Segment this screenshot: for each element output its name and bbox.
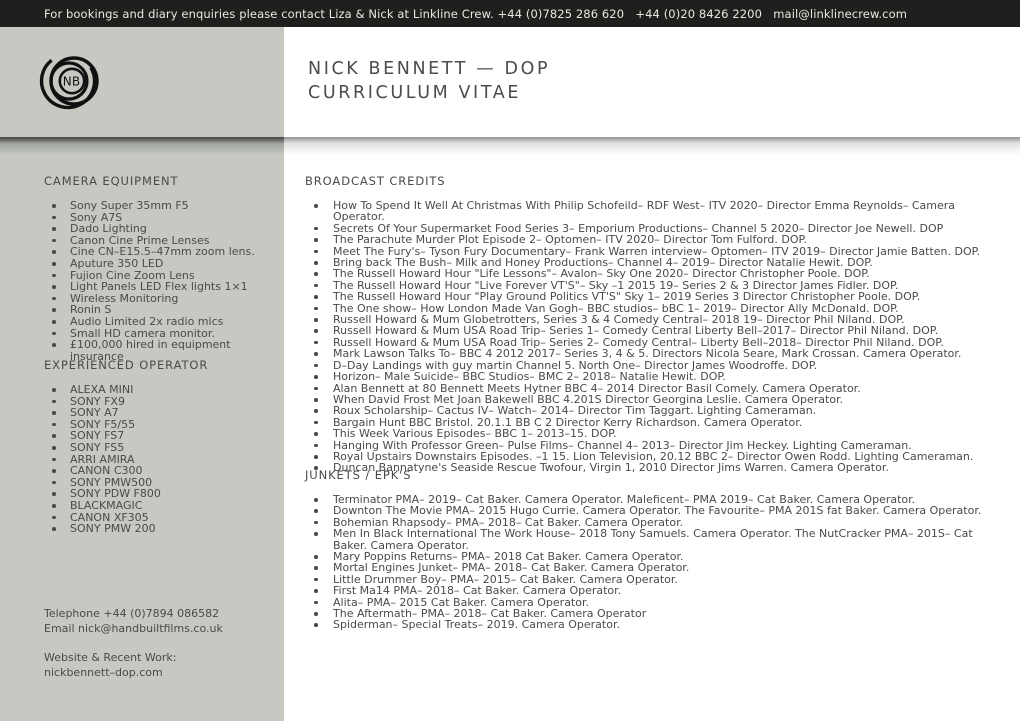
telephone-line: Telephone +44 (0)7894 086582 [44, 607, 220, 620]
main-content: BROADCAST CREDITS How To Spend It Well A… [284, 137, 1020, 721]
list-item: Light Panels LED Flex lights 1×1 [44, 281, 274, 293]
contact-bar: For bookings and diary enquiries please … [0, 0, 1020, 27]
list-item: BLACKMAGIC [44, 500, 274, 512]
list-item: Spiderman– Special Treats– 2019. Camera … [305, 619, 1005, 631]
list-item: Horizon– Male Suicide– BBC Studios– BMC … [305, 371, 1005, 383]
list-item: Mark Lawson Talks To– BBC 4 2012 2017– S… [305, 348, 1005, 360]
junkets-epks-section: JUNKETS / EPK'S Terminator PMA– 2019– Ca… [305, 468, 1005, 631]
list-item: Roux Scholarship– Cactus IV– Watch– 2014… [305, 405, 1005, 417]
list-item: Aputure 350 LED [44, 258, 274, 270]
list-item: The Parachute Murder Plot Episode 2– Opt… [305, 234, 1005, 246]
experienced-operator-section: EXPERIENCED OPERATOR ALEXA MINI SONY FX9… [44, 358, 274, 535]
list-item: Audio Limited 2x radio mics [44, 316, 274, 328]
broadcast-credits-list: How To Spend It Well At Christmas With P… [305, 200, 1005, 474]
camera-equipment-list: Sony Super 35mm F5 Sony A7S Dado Lightin… [44, 200, 274, 362]
junkets-epks-heading: JUNKETS / EPK'S [305, 468, 412, 482]
contact-bar-text: For bookings and diary enquiries please … [44, 6, 908, 21]
sidebar: CAMERA EQUIPMENT Sony Super 35mm F5 Sony… [0, 137, 284, 721]
broadcast-credits-section: BROADCAST CREDITS How To Spend It Well A… [305, 174, 1005, 474]
list-item: SONY PMW 200 [44, 523, 274, 535]
camera-equipment-heading: CAMERA EQUIPMENT [44, 174, 179, 188]
website-label: Website & Recent Work: [44, 651, 177, 664]
list-item: Men In Black International The Work Hous… [305, 528, 1005, 551]
document-header: NB NICK BENNETT — DOP CURRICULUM VITAE [0, 27, 1020, 137]
nb-monogram-logo: NB [39, 52, 99, 110]
list-item: First Ma14 PMA– 2018– Cat Baker. Camera … [305, 585, 1005, 597]
list-item: How To Spend It Well At Christmas With P… [305, 200, 1005, 223]
header-logo-panel: NB [0, 27, 284, 137]
list-item: SONY FS5 [44, 442, 274, 454]
list-item: This Week Various Episodes– BBC 1– 2013–… [305, 428, 1005, 440]
experienced-operator-heading: EXPERIENCED OPERATOR [44, 358, 209, 372]
logo-initials: NB [63, 75, 81, 89]
camera-equipment-section: CAMERA EQUIPMENT Sony Super 35mm F5 Sony… [44, 174, 274, 362]
experienced-operator-list: ALEXA MINI SONY FX9 SONY A7 SONY F5/55 S… [44, 384, 274, 535]
email-line[interactable]: Email nick@handbuiltfilms.co.uk [44, 622, 274, 637]
broadcast-credits-heading: BROADCAST CREDITS [305, 174, 446, 188]
contact-spacer [44, 636, 274, 651]
list-item: Sony Super 35mm F5 [44, 200, 274, 212]
junkets-epks-list: Terminator PMA– 2019– Cat Baker. Camera … [305, 494, 1005, 631]
list-item: CANON C300 [44, 465, 274, 477]
contact-details: Telephone +44 (0)7894 086582 Email nick@… [44, 607, 274, 680]
website-link[interactable]: nickbennett–dop.com [44, 666, 274, 681]
list-item: ALEXA MINI [44, 384, 274, 396]
page-title: NICK BENNETT — DOP CURRICULUM VITAE [308, 59, 551, 103]
list-item: The Russell Howard Hour "Play Ground Pol… [305, 291, 1005, 303]
